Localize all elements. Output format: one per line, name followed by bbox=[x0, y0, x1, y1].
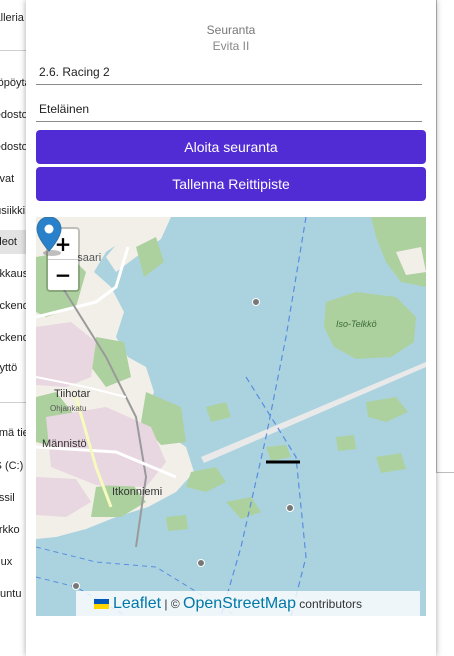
sidebar-item[interactable]: Galleria bbox=[0, 6, 26, 30]
race-field[interactable] bbox=[36, 62, 425, 85]
sidebar-item[interactable]: Tiedostot bbox=[0, 135, 26, 159]
background-panel-edge bbox=[436, 472, 454, 473]
save-waypoint-button[interactable]: Tallenna Reittipiste bbox=[36, 167, 426, 201]
sidebar-item[interactable]: OS (C:) bbox=[0, 454, 26, 478]
map-marker-pin-icon[interactable] bbox=[36, 217, 62, 257]
direction-input[interactable] bbox=[36, 99, 425, 119]
start-tracking-button[interactable]: Aloita seuranta bbox=[36, 130, 426, 164]
sidebar-item[interactable]: Verkko bbox=[0, 518, 26, 542]
background-sidebar: Galleria Työpöytä Tiedostot Tiedostot Ku… bbox=[0, 0, 26, 656]
leaflet-link[interactable]: Leaflet bbox=[113, 595, 161, 612]
sidebar-item[interactable]: Tiedostot bbox=[0, 103, 26, 127]
sidebar-separator bbox=[0, 402, 26, 403]
zoom-out-button[interactable]: − bbox=[48, 260, 78, 290]
sidebar-item[interactable]: Käyttö bbox=[0, 356, 26, 380]
map-label-street: Ohjankatu bbox=[50, 404, 86, 413]
map-tiles: Reposaari Tiihotar Männistö Itkonniemi I… bbox=[36, 217, 426, 616]
sidebar-item-selected[interactable]: Videot bbox=[0, 230, 26, 254]
tracking-dialog: Seuranta Evita II Aloita seuranta Tallen… bbox=[26, 0, 436, 656]
map-label-iso-telkko: Iso-Telkkö bbox=[336, 319, 377, 329]
map-label-mannisto: Männistö bbox=[42, 438, 87, 450]
sidebar-item[interactable]: Pakkaus bbox=[0, 262, 26, 286]
sidebar-item[interactable]: Backend bbox=[0, 294, 26, 318]
sidebar-item[interactable]: Työpöytä bbox=[0, 71, 26, 95]
sidebar-item[interactable]: Linux bbox=[0, 550, 26, 574]
direction-field[interactable] bbox=[36, 99, 425, 122]
map-view[interactable]: Reposaari Tiihotar Männistö Itkonniemi I… bbox=[36, 217, 426, 616]
attribution-separator: | © bbox=[161, 597, 184, 611]
sidebar-item[interactable]: Backend bbox=[0, 326, 26, 350]
openstreetmap-link[interactable]: OpenStreetMap bbox=[183, 595, 296, 612]
map-label-itkonniemi: Itkonniemi bbox=[112, 486, 162, 498]
sidebar-item[interactable]: Ubuntu bbox=[0, 582, 26, 606]
sidebar-item[interactable]: Musiikki bbox=[0, 199, 26, 223]
attribution-contributors: contributors bbox=[295, 597, 362, 611]
background-panel-edge bbox=[436, 0, 437, 472]
dialog-subtitle: Evita II bbox=[212, 39, 250, 53]
ukraine-flag-icon bbox=[94, 599, 109, 609]
dialog-title: Seuranta bbox=[206, 23, 256, 37]
race-input[interactable] bbox=[36, 62, 425, 82]
sidebar-item[interactable]: Kuvat bbox=[0, 167, 26, 191]
sidebar-item[interactable]: Fossil bbox=[0, 486, 26, 510]
sidebar-separator bbox=[0, 50, 26, 51]
map-label-tiilimaki: Tiihotar bbox=[54, 388, 91, 400]
sidebar-item[interactable]: Tämä tietokone bbox=[0, 421, 26, 445]
map-attribution: Leaflet | © OpenStreetMap contributors bbox=[76, 591, 420, 616]
